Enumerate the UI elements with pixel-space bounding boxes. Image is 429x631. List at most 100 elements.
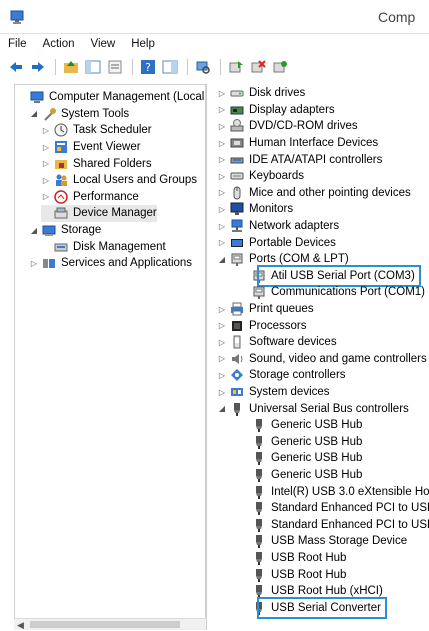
expand-arrow-icon[interactable]: ▷ [217, 172, 227, 181]
computer-management-icon [29, 90, 45, 104]
update-driver-icon[interactable] [226, 58, 246, 76]
device-tree-item[interactable]: ▷ System devices [217, 384, 330, 401]
scroll-left-icon[interactable]: ◀ [17, 620, 24, 631]
help-icon[interactable]: ? [138, 58, 158, 76]
expand-arrow-icon[interactable]: ▷ [41, 192, 51, 201]
device-tree-item[interactable]: ▷ Display adapters [217, 102, 335, 119]
device-tree-item[interactable]: Generic USB Hub [239, 417, 362, 434]
device-tree-item[interactable]: Standard Enhanced PCI to USB H [239, 500, 429, 517]
device-tree-item[interactable]: USB Root Hub (xHCI) [239, 583, 383, 600]
console-tree-item[interactable]: ▷ Shared Folders [41, 155, 152, 172]
device-tree-item[interactable]: ▷ Human Interface Devices [217, 135, 378, 152]
device-tree-item[interactable]: ▷ Processors [217, 317, 307, 334]
device-tree-item[interactable]: USB Mass Storage Device [239, 533, 407, 550]
expand-arrow-icon[interactable]: ▷ [217, 305, 227, 314]
sound-icon [232, 353, 243, 364]
device-tree-item[interactable]: ▷ Software devices [217, 334, 337, 351]
device-tree-item[interactable]: Communications Port (COM1) [239, 284, 425, 301]
collapse-arrow-icon[interactable]: ◢ [29, 226, 39, 235]
expand-arrow-icon[interactable]: ▷ [217, 321, 227, 330]
usb-icon [251, 485, 267, 499]
console-tree-item[interactable]: ▷ Event Viewer [41, 139, 141, 156]
expand-arrow-icon[interactable]: ▷ [217, 205, 227, 214]
usb-icon [256, 485, 262, 499]
disable-device-icon[interactable] [270, 58, 290, 76]
device-tree-item[interactable]: USB Root Hub [239, 550, 346, 567]
expand-arrow-icon[interactable]: ▷ [217, 122, 227, 131]
device-tree-item[interactable]: ▷ Print queues [217, 301, 314, 318]
horizontal-scrollbar[interactable]: ◀ [14, 618, 206, 630]
menu-file[interactable]: File [0, 36, 35, 56]
console-tree-item[interactable]: ◢ Storage [29, 222, 101, 239]
uninstall-icon[interactable] [248, 58, 268, 76]
device-tree-item[interactable]: ▷ Monitors [217, 201, 293, 218]
expand-arrow-icon[interactable]: ▷ [217, 188, 227, 197]
device-tree-item[interactable]: ◢ Universal Serial Bus controllers [217, 400, 409, 417]
up-folder-icon[interactable] [61, 58, 81, 76]
port-icon [253, 286, 265, 300]
console-tree-icon[interactable] [160, 58, 180, 76]
device-tree-item[interactable]: ▷ IDE ATA/ATAPI controllers [217, 151, 382, 168]
menu-help[interactable]: Help [123, 36, 163, 56]
scan-hardware-icon[interactable] [193, 58, 213, 76]
console-tree-item[interactable]: Computer Management (Local [17, 89, 204, 106]
toolbar-separator [187, 59, 188, 75]
console-tree-item[interactable]: ▷ Services and Applications [29, 255, 192, 272]
device-tree-item[interactable]: ▷ Sound, video and game controllers [217, 351, 427, 368]
scrollbar-thumb[interactable] [30, 621, 180, 628]
expand-arrow-icon[interactable]: ▷ [29, 259, 39, 268]
device-tree-label: Generic USB Hub [271, 435, 363, 448]
console-tree-item[interactable]: ▷ Task Scheduler [41, 122, 152, 139]
device-tree-item[interactable]: ▷ Portable Devices [217, 234, 336, 251]
disk-management-icon [54, 243, 68, 252]
collapse-arrow-icon[interactable]: ◢ [217, 255, 227, 264]
device-tree-item[interactable]: Standard Enhanced PCI to USB H [239, 517, 429, 534]
console-tree-item[interactable]: Disk Management [41, 238, 166, 255]
console-tree-item[interactable]: ▷ Performance [41, 189, 139, 206]
back-arrow-icon[interactable] [6, 58, 26, 76]
forward-arrow-icon[interactable] [28, 58, 48, 76]
device-tree-item[interactable]: ◢ Ports (COM & LPT) [217, 251, 349, 268]
device-tree-item[interactable]: Generic USB Hub [239, 450, 362, 467]
device-tree-item[interactable]: Intel(R) USB 3.0 eXtensible Host [239, 483, 429, 500]
expand-arrow-icon[interactable]: ▷ [41, 126, 51, 135]
device-tree-item[interactable]: ▷ Network adapters [217, 218, 339, 235]
expand-arrow-icon[interactable]: ▷ [217, 354, 227, 363]
expand-arrow-icon[interactable]: ▷ [217, 222, 227, 231]
device-tree-item[interactable]: USB Root Hub [239, 566, 346, 583]
expand-arrow-icon[interactable]: ▷ [217, 238, 227, 247]
expand-arrow-icon[interactable]: ▷ [41, 176, 51, 185]
expand-arrow-icon[interactable]: ▷ [41, 159, 51, 168]
device-tree-item[interactable]: ▷ Disk drives [217, 85, 305, 102]
device-tree-item[interactable]: USB Serial Converter [239, 596, 387, 620]
device-tree-item[interactable]: Generic USB Hub [239, 434, 362, 451]
console-tree-item[interactable]: Device Manager [41, 205, 157, 222]
mouse-icon [233, 186, 241, 200]
device-tree-item[interactable]: ▷ Mice and other pointing devices [217, 185, 411, 202]
collapse-arrow-icon[interactable]: ◢ [217, 404, 227, 413]
menu-action[interactable]: Action [35, 36, 83, 56]
expand-arrow-icon[interactable]: ▷ [217, 371, 227, 380]
device-tree-item[interactable]: Generic USB Hub [239, 467, 362, 484]
device-tree-label: USB Root Hub [271, 552, 347, 565]
console-tree-item[interactable]: ◢ System Tools [29, 106, 129, 123]
expand-arrow-icon[interactable]: ▷ [41, 143, 51, 152]
device-tree-item[interactable]: Atil USB Serial Port (COM3) [239, 264, 421, 288]
device-tree-label: Human Interface Devices [249, 137, 379, 150]
device-tree-item[interactable]: ▷ Keyboards [217, 168, 304, 185]
collapse-arrow-icon[interactable]: ◢ [29, 109, 39, 118]
console-tree-item[interactable]: ▷ Local Users and Groups [41, 172, 197, 189]
expand-arrow-icon[interactable]: ▷ [217, 388, 227, 397]
menu-view[interactable]: View [83, 36, 124, 56]
show-hide-tree-icon[interactable] [83, 58, 103, 76]
device-tree-item[interactable]: ▷ DVD/CD-ROM drives [217, 118, 358, 135]
usb-icon [251, 551, 267, 566]
usb-icon [256, 502, 262, 516]
expand-arrow-icon[interactable]: ▷ [217, 89, 227, 98]
properties-icon[interactable] [105, 58, 125, 76]
device-tree-item[interactable]: ▷ Storage controllers [217, 367, 346, 384]
expand-arrow-icon[interactable]: ▷ [217, 155, 227, 164]
expand-arrow-icon[interactable]: ▷ [217, 105, 227, 114]
expand-arrow-icon[interactable]: ▷ [217, 139, 227, 148]
expand-arrow-icon[interactable]: ▷ [217, 338, 227, 347]
